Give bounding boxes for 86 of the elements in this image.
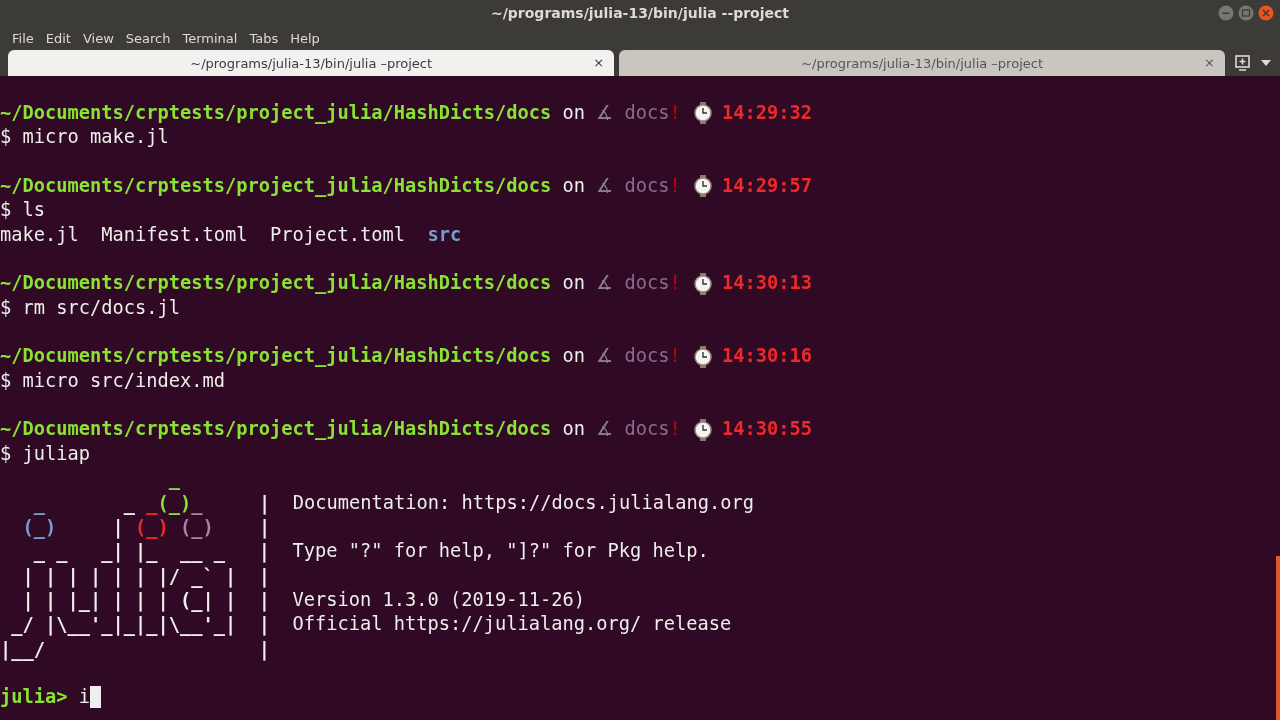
maximize-icon[interactable] [1238,5,1254,21]
ascii-logo-part: (_) [180,515,214,540]
command-line: $ micro make.jl [0,125,169,150]
prompt-path: ~/Documents/crptests/project_julia/HashDicts/docs [0,101,552,126]
banner-text: Version 1.3.0 (2019-11-26) [292,587,586,612]
terminal-tab[interactable]: ~/programs/julia-13/bin/julia –project × [8,50,615,76]
menu-item[interactable]: View [76,30,120,46]
minimize-icon[interactable] [1218,5,1234,21]
git-branch: docs [624,271,670,296]
prompt-text: on [562,344,586,369]
menu-item[interactable]: Search [119,30,177,46]
window-title: ~/programs/julia-13/bin/julia --project [490,5,789,21]
clock-icon [692,102,715,125]
prompt-text: on [562,271,586,296]
clock-icon [692,345,715,368]
branch-symbol: ∡ [596,101,614,125]
branch-symbol: ∡ [596,271,614,296]
tab-close-button[interactable]: × [593,55,605,70]
command-line: $ micro src/index.md [0,368,226,393]
branch-symbol: ∡ [596,417,614,442]
scrollbar[interactable] [1276,556,1280,720]
cursor [90,686,102,709]
branch-symbol: ∡ [596,174,614,199]
prompt-text: on [562,174,586,199]
prompt-time: 14:29:57 [722,174,813,199]
menu-item[interactable]: Edit [39,30,77,46]
prompt-path: ~/Documents/crptests/project_julia/HashDicts/docs [0,344,552,369]
ascii-logo-part: _ [146,491,158,515]
ascii-logo-part: |__/ | [0,637,271,661]
prompt-path: ~/Documents/crptests/project_julia/HashDicts/docs [0,271,552,296]
ascii-logo-part: _ _ _| |_ __ _ | [33,540,271,564]
git-branch: docs [624,174,670,199]
dirty-marker: ! [669,417,681,442]
ascii-logo-part: (_) [157,491,192,515]
prompt-path: ~/Documents/crptests/project_julia/HashDicts/docs [0,174,552,199]
prompt-time: 14:30:16 [722,344,813,369]
ascii-logo-part: _ [123,491,137,515]
clock-icon [692,272,715,295]
git-branch: docs [624,417,670,442]
ascii-logo-part: | [258,515,271,540]
ascii-logo-part: _/ |\__'_|_|_|\__'_| | [11,613,271,637]
prompt-time: 14:30:13 [722,271,813,296]
repl-input[interactable]: i [78,685,91,710]
prompt-time: 14:30:55 [722,417,813,442]
git-branch: docs [624,101,670,125]
file-name: Manifest.toml [101,222,248,247]
ascii-logo-part: | [112,515,125,540]
menu-item[interactable]: Tabs [243,30,285,46]
banner-text: Type "?" for help, "]?" for Pkg help. [292,539,709,564]
menu-item[interactable]: Terminal [176,30,244,46]
ascii-logo-part: _ [191,491,203,515]
new-tab-icon[interactable] [1234,54,1252,72]
prompt-text: on [562,417,586,442]
caret-icon[interactable] [1260,59,1272,67]
command-line: $ ls [0,198,46,223]
directory-name: src [427,222,462,247]
banner-text: Documentation: https://docs.julialang.org [292,490,754,515]
ascii-logo-part: | [258,491,271,515]
file-name: Project.toml [270,222,406,247]
dirty-marker: ! [669,174,681,199]
dirty-marker: ! [669,344,681,369]
close-icon[interactable] [1258,5,1274,21]
banner-text: Official https://julialang.org/ release [292,612,732,637]
dirty-marker: ! [669,101,681,125]
ascii-logo-part: _ [168,467,181,491]
clock-icon [692,418,715,441]
repl-prompt: julia> [0,685,68,710]
clock-icon [692,175,715,198]
ascii-logo-part: (_) [22,515,57,540]
prompt-path: ~/Documents/crptests/project_julia/HashDicts/docs [0,417,552,442]
git-branch: docs [624,344,670,369]
menu-item[interactable]: Help [284,30,326,46]
ascii-logo-part: | | | | | | |/ _` | | [22,564,271,588]
command-line: $ juliap [0,441,91,466]
branch-symbol: ∡ [596,344,614,369]
command-line: $ rm src/docs.jl [0,295,181,320]
ascii-logo-part: (_) [135,515,169,540]
menu-item[interactable]: File [6,30,40,46]
tab-close-button[interactable]: × [1204,55,1215,70]
ascii-logo-part: | | |_| | | | (_| | | [22,588,271,613]
file-name: make.jl [0,222,79,247]
ascii-logo-part: _ [33,491,46,515]
dirty-marker: ! [669,271,681,296]
prompt-time: 14:29:32 [722,101,813,125]
terminal-tab[interactable]: ~/programs/julia-13/bin/julia –project × [619,50,1225,76]
prompt-text: on [562,101,586,125]
